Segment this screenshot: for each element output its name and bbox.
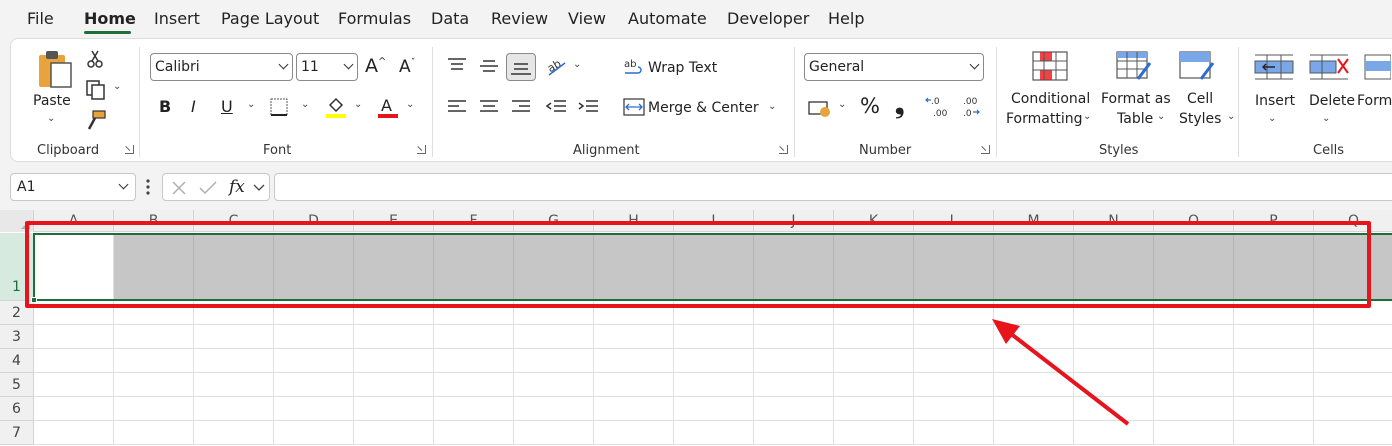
- annotation-arrow: [992, 319, 1130, 426]
- annotation-arrow-shaft: [1004, 328, 1130, 426]
- annotation-arrow-head: [992, 319, 1020, 344]
